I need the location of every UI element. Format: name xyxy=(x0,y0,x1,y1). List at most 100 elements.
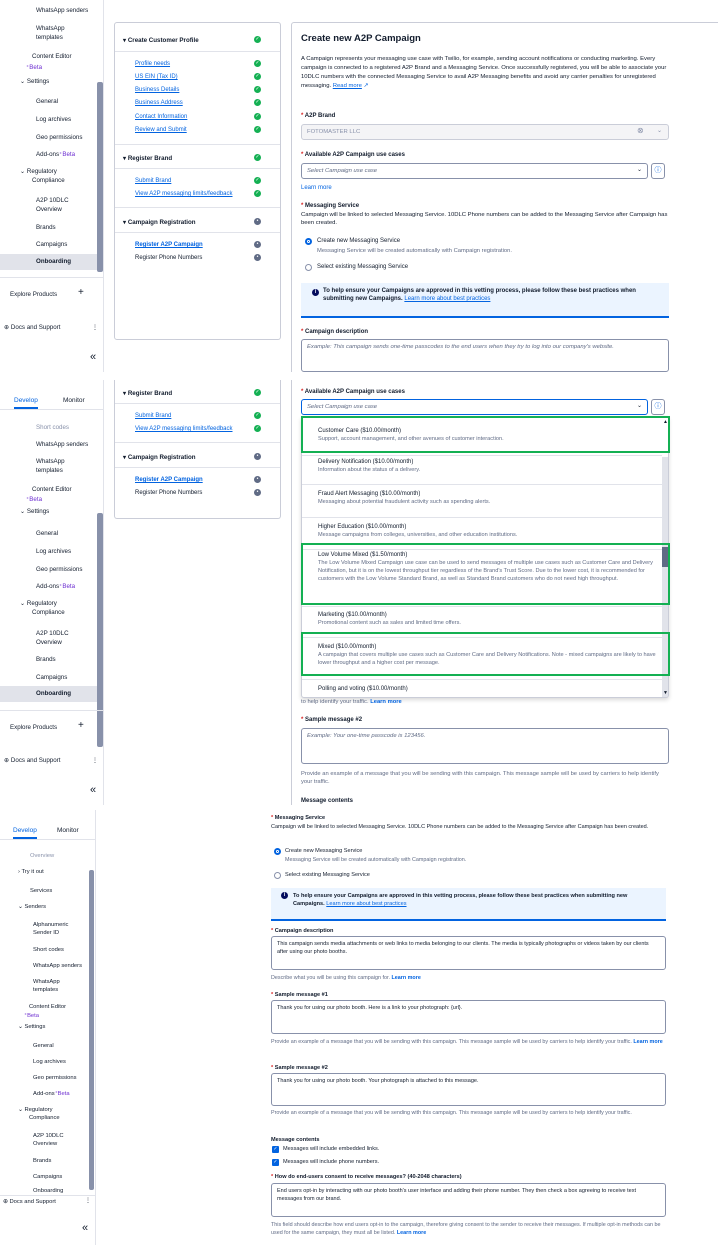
sidebar-item-whatsapp-senders[interactable]: WhatsApp senders xyxy=(36,441,88,449)
existing-messaging-service-label[interactable]: Select existing Messaging Service xyxy=(317,264,408,270)
sidebar-scrollbar[interactable] xyxy=(97,513,103,747)
best-practices-link[interactable]: Learn more about best practices xyxy=(404,296,490,302)
submit-brand-link[interactable]: Submit Brand xyxy=(135,413,171,419)
step-campaign-registration[interactable]: ▾ Campaign Registration xyxy=(123,219,196,226)
learn-more-link[interactable]: Learn more xyxy=(301,185,332,191)
sidebar-item-add-ons[interactable]: Add-ons⁺Beta xyxy=(36,583,75,591)
best-practices-link[interactable]: Learn more about best practices xyxy=(326,901,406,907)
embedded-links-checkbox[interactable]: ✓ xyxy=(272,1146,279,1153)
register-a2p-campaign-link[interactable]: Register A2P Campaign xyxy=(135,242,203,248)
collapse-sidebar-button[interactable]: « xyxy=(90,352,96,363)
sidebar-item-whatsapp-templates[interactable]: WhatsApp xyxy=(36,25,65,33)
sidebar-item-a2p-10dlc[interactable]: A2P 10DLC xyxy=(36,630,69,638)
sidebar-item-geo-permissions[interactable]: Geo permissions xyxy=(36,134,82,142)
sidebar-item-brands[interactable]: Brands xyxy=(36,656,56,664)
sidebar-item-settings[interactable]: ⌄ Settings xyxy=(20,508,49,516)
sidebar-item-general[interactable]: General xyxy=(33,1042,54,1050)
option-higher-education[interactable]: Higher Education ($10.00/month) Message c… xyxy=(302,523,668,539)
docs-and-support[interactable]: ⊕ Docs and Support xyxy=(4,324,60,332)
create-messaging-service-label[interactable]: Create new Messaging Service xyxy=(317,238,400,244)
sidebar-item-overview[interactable]: Overview xyxy=(30,852,54,860)
sidebar-item-short-codes[interactable]: Short codes xyxy=(36,424,69,432)
sidebar-item-log-archives[interactable]: Log archives xyxy=(36,548,71,556)
learn-more-link[interactable]: Learn more xyxy=(370,699,402,705)
docs-and-support[interactable]: ⊕ Docs and Support xyxy=(3,1198,56,1206)
sidebar-item-onboarding[interactable]: Onboarding xyxy=(33,1187,63,1195)
docs-and-support[interactable]: ⊕ Docs and Support xyxy=(4,757,60,765)
business-address-link[interactable]: Business Address xyxy=(135,100,183,106)
info-button[interactable]: ⓘ xyxy=(651,163,665,179)
option-delivery-notification[interactable]: Delivery Notification ($10.00/month) Info… xyxy=(302,458,668,474)
sidebar-item-regulatory-compliance[interactable]: ⌄ Regulatory xyxy=(20,600,57,608)
campaign-description-input[interactable]: This campaign sends media attachments or… xyxy=(271,936,666,970)
profile-needs-link[interactable]: Profile needs xyxy=(135,61,170,67)
create-messaging-service-radio[interactable] xyxy=(305,238,312,245)
learn-more-link[interactable]: Learn more xyxy=(397,1230,426,1236)
sidebar-item-add-ons[interactable]: Add-ons⁺Beta xyxy=(36,151,75,159)
sidebar-item-settings[interactable]: ⌄ Settings xyxy=(20,78,49,86)
sample-message-1-input[interactable]: Thank you for using our photo booth. Her… xyxy=(271,1000,666,1034)
more-options-icon[interactable]: ⋮ xyxy=(92,757,98,765)
chevron-down-icon[interactable]: ⌄ xyxy=(657,127,662,134)
option-polling-voting[interactable]: Polling and voting ($10.00/month) xyxy=(302,685,668,693)
sidebar-item-whatsapp-templates[interactable]: WhatsApp xyxy=(33,978,60,986)
sidebar-item-short-codes[interactable]: Short codes xyxy=(33,946,64,954)
sidebar-item-regulatory-compliance[interactable]: ⌄ Regulatory xyxy=(20,168,57,176)
scroll-down-icon[interactable]: ▼ xyxy=(663,690,668,696)
step-register-brand[interactable]: ▾ Register Brand xyxy=(123,390,172,397)
sidebar-item-onboarding[interactable]: Onboarding xyxy=(0,686,97,702)
more-options-icon[interactable]: ⋮ xyxy=(85,1197,91,1205)
view-limits-link[interactable]: View A2P messaging limits/feedback xyxy=(135,426,233,432)
sidebar-item-log-archives[interactable]: Log archives xyxy=(36,116,71,124)
explore-products-link[interactable]: Explore Products xyxy=(10,291,57,299)
read-more-link[interactable]: Read more xyxy=(333,83,362,89)
tab-monitor[interactable]: Monitor xyxy=(63,397,85,404)
campaign-description-input[interactable]: Example: This campaign sends one-time pa… xyxy=(301,339,669,372)
sidebar-item-a2p-10dlc[interactable]: A2P 10DLC xyxy=(33,1132,64,1140)
collapse-sidebar-button[interactable]: « xyxy=(90,785,96,796)
existing-messaging-service-label[interactable]: Select existing Messaging Service xyxy=(285,872,370,878)
sidebar-item-regulatory-compliance[interactable]: ⌄ Regulatory xyxy=(18,1106,53,1114)
existing-messaging-service-radio[interactable] xyxy=(305,264,312,271)
sidebar-item-whatsapp-templates[interactable]: WhatsApp xyxy=(36,458,65,466)
sidebar-item-alphanumeric[interactable]: Alphanumeric xyxy=(33,921,68,929)
step-register-brand[interactable]: ▾ Register Brand xyxy=(123,155,172,162)
usecase-select-open[interactable]: Select Campaign use case xyxy=(301,399,648,415)
sample-message-2-input[interactable]: Example: Your one-time passcode is 12345… xyxy=(301,728,669,764)
plus-icon[interactable]: + xyxy=(78,288,84,298)
info-button[interactable]: ⓘ xyxy=(651,399,665,415)
sidebar-item-brands[interactable]: Brands xyxy=(33,1157,51,1165)
a2p-brand-select[interactable]: FOTOMASTER LLC xyxy=(301,124,669,140)
learn-more-link[interactable]: Learn more xyxy=(633,1039,662,1045)
sidebar-scrollbar[interactable] xyxy=(89,870,94,1190)
sidebar-item-try-it-out[interactable]: › Try it out xyxy=(18,868,44,876)
create-messaging-service-radio[interactable] xyxy=(274,848,281,855)
tab-monitor[interactable]: Monitor xyxy=(57,827,79,834)
sample-message-2-input[interactable]: Thank you for using our photo booth. You… xyxy=(271,1073,666,1106)
sidebar-item-settings[interactable]: ⌄ Settings xyxy=(18,1023,45,1031)
chevron-down-icon[interactable]: ⌄ xyxy=(637,166,642,173)
phone-numbers-checkbox[interactable]: ✓ xyxy=(272,1159,279,1166)
sidebar-item-whatsapp-senders[interactable]: WhatsApp senders xyxy=(33,962,82,970)
sidebar-item-whatsapp-senders[interactable]: WhatsApp senders xyxy=(36,7,88,15)
usecase-select[interactable]: Select Campaign use case xyxy=(301,163,648,179)
sidebar-item-geo-permissions[interactable]: Geo permissions xyxy=(36,566,82,574)
sidebar-item-geo-permissions[interactable]: Geo permissions xyxy=(33,1074,77,1082)
clear-icon[interactable]: ⊗ xyxy=(637,126,644,135)
learn-more-link[interactable]: Learn more xyxy=(391,975,420,981)
sidebar-item-general[interactable]: General xyxy=(36,530,58,538)
embedded-links-label[interactable]: Messages will include embedded links. xyxy=(283,1146,379,1152)
more-options-icon[interactable]: ⋮ xyxy=(92,324,98,332)
sidebar-item-content-editor[interactable]: Content Editor xyxy=(29,1003,66,1011)
sidebar-item-brands[interactable]: Brands xyxy=(36,224,56,232)
option-marketing[interactable]: Marketing ($10.00/month) Promotional cont… xyxy=(302,611,668,627)
sidebar-item-general[interactable]: General xyxy=(36,98,58,106)
view-limits-link[interactable]: View A2P messaging limits/feedback xyxy=(135,191,233,197)
sidebar-scrollbar[interactable] xyxy=(97,82,103,272)
us-ein-link[interactable]: US EIN (Tax ID) xyxy=(135,74,178,80)
collapse-sidebar-button[interactable]: « xyxy=(82,1223,88,1234)
sidebar-item-content-editor[interactable]: Content Editor xyxy=(32,53,72,61)
sidebar-item-onboarding[interactable]: Onboarding xyxy=(0,254,97,270)
business-details-link[interactable]: Business Details xyxy=(135,87,179,93)
sidebar-item-add-ons[interactable]: Add-ons⁺Beta xyxy=(33,1090,70,1098)
